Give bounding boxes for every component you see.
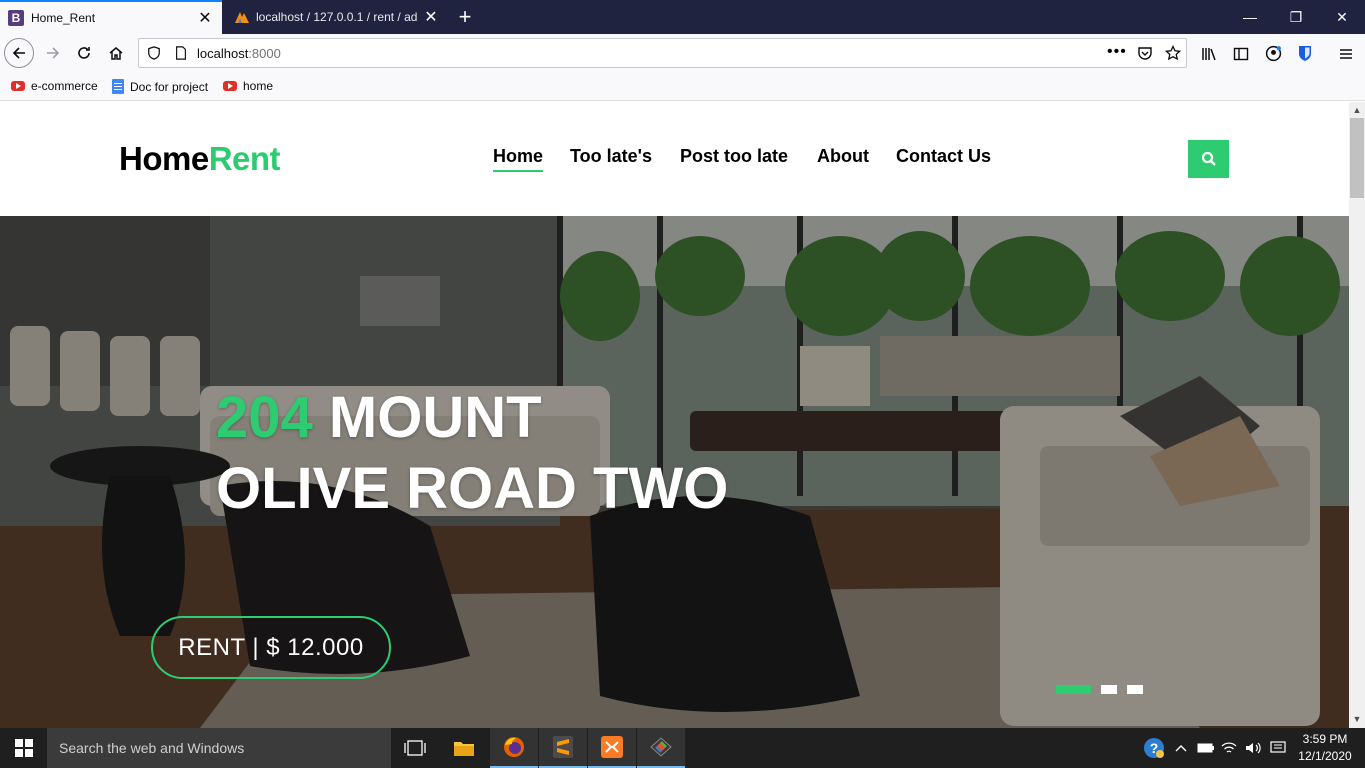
windows-taskbar: Search the web and Windows ? 3:59 PM 12/…: [0, 728, 1365, 768]
hero-title: 204 MOUNT OLIVE ROAD TWO: [216, 382, 728, 524]
close-window-button[interactable]: ✕: [1319, 0, 1365, 34]
nav-post-too-late[interactable]: Post too late: [680, 146, 788, 167]
file-explorer-button[interactable]: [440, 728, 488, 768]
url-text[interactable]: localhost:8000: [197, 46, 281, 61]
minimize-button[interactable]: —: [1227, 0, 1273, 34]
search-icon: [1201, 151, 1216, 166]
page-actions-icon[interactable]: •••: [1107, 43, 1127, 61]
hero-title-line2: OLIVE ROAD TWO: [216, 456, 729, 521]
star-icon[interactable]: [1165, 45, 1181, 61]
windows-logo-icon: [14, 739, 33, 757]
arrow-left-icon: [12, 47, 25, 59]
reload-button[interactable]: [69, 38, 99, 68]
tab-title: Home_Rent: [31, 11, 96, 25]
file-explorer-icon: [454, 742, 474, 756]
hero-slider: 204 MOUNT OLIVE ROAD TWO RENT | $ 12.000: [0, 216, 1349, 728]
shield-icon[interactable]: [147, 46, 161, 60]
sidebar-icon[interactable]: [1233, 46, 1249, 62]
help-icon-glyph: ?: [1144, 738, 1164, 758]
slider-dot-1[interactable]: [1056, 685, 1091, 694]
bookmark-doc-for-project[interactable]: Doc for project: [112, 79, 208, 94]
nav-home[interactable]: Home: [493, 146, 544, 172]
nav-too-lates[interactable]: Too late's: [570, 146, 652, 167]
reload-icon: [78, 47, 90, 59]
browser-toolbar: localhost:8000 •••: [0, 34, 1365, 74]
phpmyadmin-icon: [235, 12, 249, 23]
forward-button[interactable]: [38, 38, 68, 68]
youtube-icon: [11, 81, 25, 91]
sublime-text-icon: [553, 736, 573, 758]
search-button[interactable]: [1188, 140, 1229, 178]
web-page: HomeRent Home Too late's Post too late A…: [0, 102, 1349, 728]
nav-about[interactable]: About: [817, 146, 869, 167]
bookmarks-bar: e-commerce Doc for project home: [0, 74, 1365, 101]
bootstrap-icon: B: [8, 10, 24, 26]
clock-date: 12/1/2020: [1298, 749, 1352, 763]
home-button[interactable]: [101, 38, 131, 68]
browser-tab-bar: B Home_Rent ✕ localhost / 127.0.0.1 / re…: [0, 0, 1365, 34]
url-port: :8000: [248, 45, 281, 61]
volume-icon[interactable]: [1245, 728, 1263, 768]
account-icon[interactable]: [1265, 45, 1282, 62]
bookmark-label: Doc for project: [130, 79, 209, 94]
close-tab-icon[interactable]: ✕: [420, 7, 442, 27]
url-host: localhost: [197, 45, 249, 61]
rent-price-button[interactable]: RENT | $ 12.000: [151, 616, 391, 679]
firefox-button[interactable]: [490, 728, 538, 768]
tab-home-rent[interactable]: B Home_Rent ✕: [0, 0, 222, 34]
taskbar-search-input[interactable]: Search the web and Windows: [47, 728, 391, 768]
tab-phpmyadmin[interactable]: localhost / 127.0.0.1 / rent / ad ✕: [222, 0, 448, 34]
battery-icon[interactable]: [1197, 728, 1215, 768]
notifications-icon[interactable]: [1270, 728, 1286, 768]
site-header: HomeRent Home Too late's Post too late A…: [0, 102, 1349, 216]
site-logo[interactable]: HomeRent: [119, 140, 281, 178]
bookmark-home[interactable]: home: [223, 79, 273, 93]
chevron-up-icon[interactable]: [1175, 728, 1187, 768]
scrollbar-thumb[interactable]: [1350, 118, 1364, 198]
menu-icon[interactable]: [1338, 46, 1354, 62]
xampp-button[interactable]: [588, 728, 636, 768]
task-view-button[interactable]: [391, 728, 439, 768]
restore-button[interactable]: ❐: [1273, 0, 1319, 34]
bookmark-label: e-commerce: [31, 79, 98, 93]
tab-title: localhost / 127.0.0.1 / rent / ad: [256, 10, 418, 24]
help-icon[interactable]: ?: [1143, 728, 1165, 768]
logo-accent-text: Rent: [208, 140, 281, 177]
close-tab-icon[interactable]: ✕: [194, 8, 216, 28]
nav-contact-us[interactable]: Contact Us: [896, 146, 991, 167]
arrow-right-icon: [47, 47, 60, 59]
start-button[interactable]: [0, 728, 47, 768]
hero-title-line1: MOUNT: [312, 385, 542, 450]
docs-icon: [112, 79, 124, 94]
sublime-text-button[interactable]: [539, 728, 587, 768]
clock[interactable]: 3:59 PM 12/1/2020: [1290, 731, 1360, 765]
url-bar[interactable]: localhost:8000 •••: [138, 38, 1187, 68]
pocket-icon[interactable]: [1137, 45, 1153, 61]
git-icon: [650, 737, 672, 757]
youtube-icon: [223, 81, 237, 91]
library-icon[interactable]: [1201, 46, 1217, 62]
xampp-icon: [601, 736, 623, 758]
home-icon: [109, 47, 123, 60]
slider-dot-2[interactable]: [1101, 685, 1117, 694]
new-tab-button[interactable]: +: [452, 0, 478, 34]
git-button[interactable]: [637, 728, 685, 768]
hero-title-number: 204: [216, 385, 313, 450]
page-info-icon[interactable]: [174, 46, 188, 60]
task-view-icon: [404, 740, 426, 756]
logo-text: Home: [119, 140, 209, 177]
back-button[interactable]: [4, 38, 34, 68]
bitwarden-icon[interactable]: [1297, 45, 1313, 62]
wifi-icon[interactable]: [1221, 728, 1237, 768]
clock-time: 3:59 PM: [1302, 732, 1348, 746]
scroll-up-icon[interactable]: ▲: [1349, 102, 1365, 118]
slider-dot-3[interactable]: [1127, 685, 1143, 694]
bookmark-e-commerce[interactable]: e-commerce: [11, 79, 98, 93]
scroll-down-icon[interactable]: ▼: [1349, 711, 1365, 727]
bookmark-label: home: [243, 79, 274, 93]
firefox-icon: [504, 737, 524, 757]
